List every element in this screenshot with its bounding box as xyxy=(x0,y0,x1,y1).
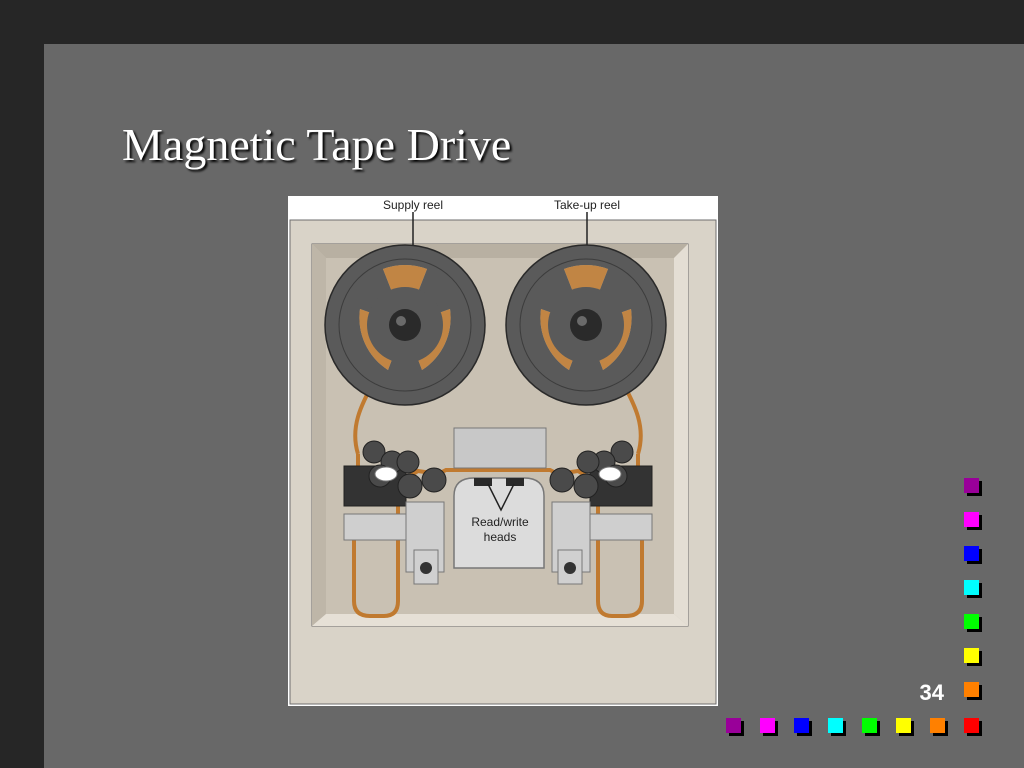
slide-title: Magnetic Tape Drive xyxy=(122,119,512,170)
supply-reel xyxy=(324,244,486,406)
decorative-square xyxy=(862,718,877,733)
head-cover-panel xyxy=(453,427,547,469)
decorative-square xyxy=(794,718,809,733)
decorative-square xyxy=(964,682,979,697)
slide-top-band xyxy=(0,0,1024,44)
decorative-square xyxy=(964,580,979,595)
takeup-reel xyxy=(505,244,667,406)
decorative-square xyxy=(964,614,979,629)
cabinet-bevel-right xyxy=(674,244,688,626)
read-write-heads-label-line2: heads xyxy=(484,530,517,544)
decorative-square xyxy=(896,718,911,733)
decorative-square xyxy=(964,718,979,733)
decorative-square xyxy=(964,546,979,561)
slide-left-band xyxy=(0,0,44,768)
decorative-square xyxy=(930,718,945,733)
decorative-square xyxy=(760,718,775,733)
read-write-head-left xyxy=(474,478,492,486)
read-write-head-right xyxy=(506,478,524,486)
read-write-heads-label-line1: Read/write xyxy=(471,515,529,529)
decorative-square xyxy=(964,478,979,493)
decorative-square xyxy=(964,648,979,663)
takeup-reel-label: Take-up reel xyxy=(554,198,620,212)
cabinet-bevel-left xyxy=(312,244,326,626)
decorative-square xyxy=(828,718,843,733)
page-number: 34 xyxy=(919,680,944,705)
supply-reel-label: Supply reel xyxy=(383,198,443,212)
decorative-square xyxy=(964,512,979,527)
decorative-square xyxy=(726,718,741,733)
tape-drive-diagram: Supply reel Take-up reel Read/write head… xyxy=(288,196,718,706)
